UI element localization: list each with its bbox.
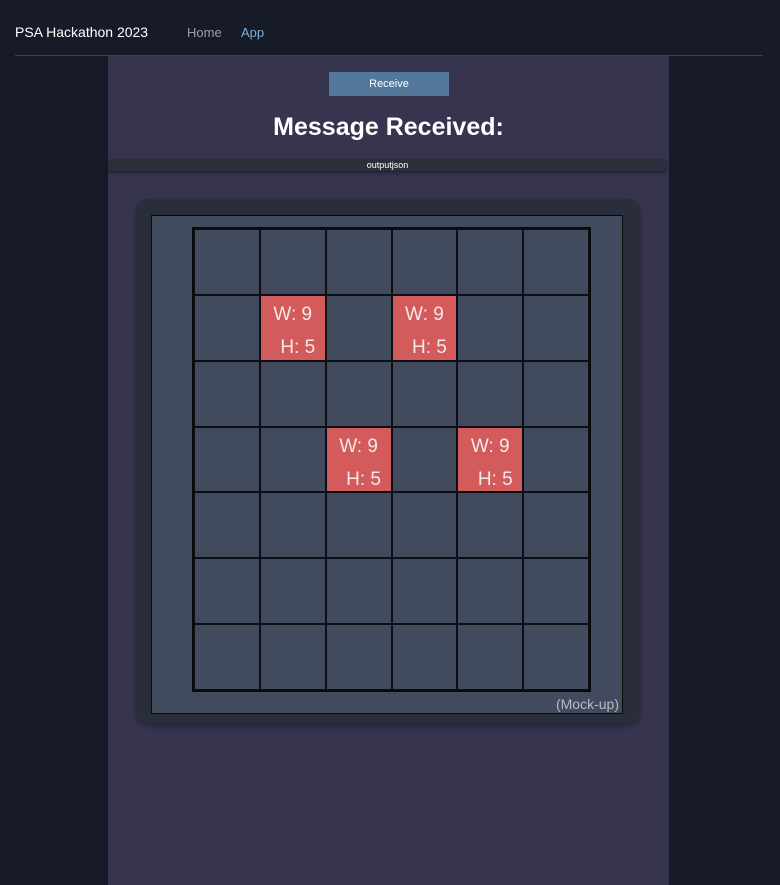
top-navbar: PSA Hackathon 2023 Home App: [0, 0, 780, 56]
cell-width-label: W: 9: [339, 435, 378, 457]
grid-cell: [457, 558, 524, 625]
grid-cell: [457, 294, 524, 361]
cell-width-label: W: 9: [273, 303, 313, 325]
grid-cell: [457, 492, 524, 559]
grid-frame: W: 9 H: 5 W: 9 H: 5 W: 9 H: 5 W: 9 H: 5 (Mock-u…: [151, 215, 623, 714]
grid-cell: [457, 229, 524, 295]
grid-cell: [457, 624, 524, 690]
grid-cell: [391, 558, 458, 625]
brand-link[interactable]: PSA Hackathon 2023: [15, 24, 148, 40]
nav-link-home[interactable]: Home: [187, 25, 222, 40]
cell-width-label: W: 9: [470, 435, 510, 457]
grid-cell: [259, 426, 326, 493]
grid-cell: [523, 360, 589, 427]
grid-cell: [523, 492, 589, 559]
grid-cell: [457, 360, 524, 427]
grid-cell: [259, 360, 326, 427]
grid-cell: [325, 360, 392, 427]
grid-cell: [391, 492, 458, 559]
page-title: Message Received:: [273, 113, 504, 141]
grid-cell-filled: W: 9 H: 5: [457, 426, 524, 493]
grid-cell: [194, 294, 260, 361]
grid-cell: [325, 492, 392, 559]
cell-width-label: W: 9: [405, 303, 444, 325]
slot-grid: W: 9 H: 5 W: 9 H: 5 W: 9 H: 5 W: 9 H: 5: [192, 227, 591, 692]
grid-cell: [523, 294, 589, 361]
grid-cell: [259, 558, 326, 625]
grid-cell: [259, 229, 326, 295]
grid-cell: [194, 229, 260, 295]
grid-cell: [194, 558, 260, 625]
grid-cell: [194, 360, 260, 427]
grid-cell: [325, 558, 392, 625]
output-json-display: outputjson: [108, 159, 667, 171]
grid-cell: [325, 624, 392, 690]
cell-height-label: H: 5: [411, 336, 447, 358]
grid-cell: [523, 426, 589, 493]
cell-height-label: H: 5: [477, 468, 513, 490]
mockup-caption: (Mock-up): [555, 696, 619, 712]
grid-cell-filled: W: 9 H: 5: [325, 426, 392, 493]
grid-cell: [523, 229, 589, 295]
grid-cell: [391, 426, 458, 493]
grid-cell-filled: W: 9 H: 5: [259, 294, 326, 361]
grid-cell: [194, 492, 260, 559]
grid-cell: [259, 492, 326, 559]
grid-card: W: 9 H: 5 W: 9 H: 5 W: 9 H: 5 W: 9 H: 5 (Mock-u…: [136, 199, 640, 723]
grid-cell: [259, 624, 326, 690]
nav-link-app[interactable]: App: [241, 25, 264, 40]
grid-cell: [194, 624, 260, 690]
cell-height-label: H: 5: [346, 468, 381, 490]
grid-cell: [523, 624, 589, 690]
grid-cell: [325, 229, 392, 295]
receive-button[interactable]: Receive: [329, 72, 449, 96]
grid-cell: [391, 624, 458, 690]
grid-cell: [391, 229, 458, 295]
grid-cell-filled: W: 9 H: 5: [391, 294, 458, 361]
grid-cell: [194, 426, 260, 493]
grid-cell: [391, 360, 458, 427]
cell-height-label: H: 5: [280, 336, 316, 358]
grid-cell: [325, 294, 392, 361]
main-panel: Receive Message Received: outputjson W: …: [108, 56, 669, 885]
grid-cell: [523, 558, 589, 625]
